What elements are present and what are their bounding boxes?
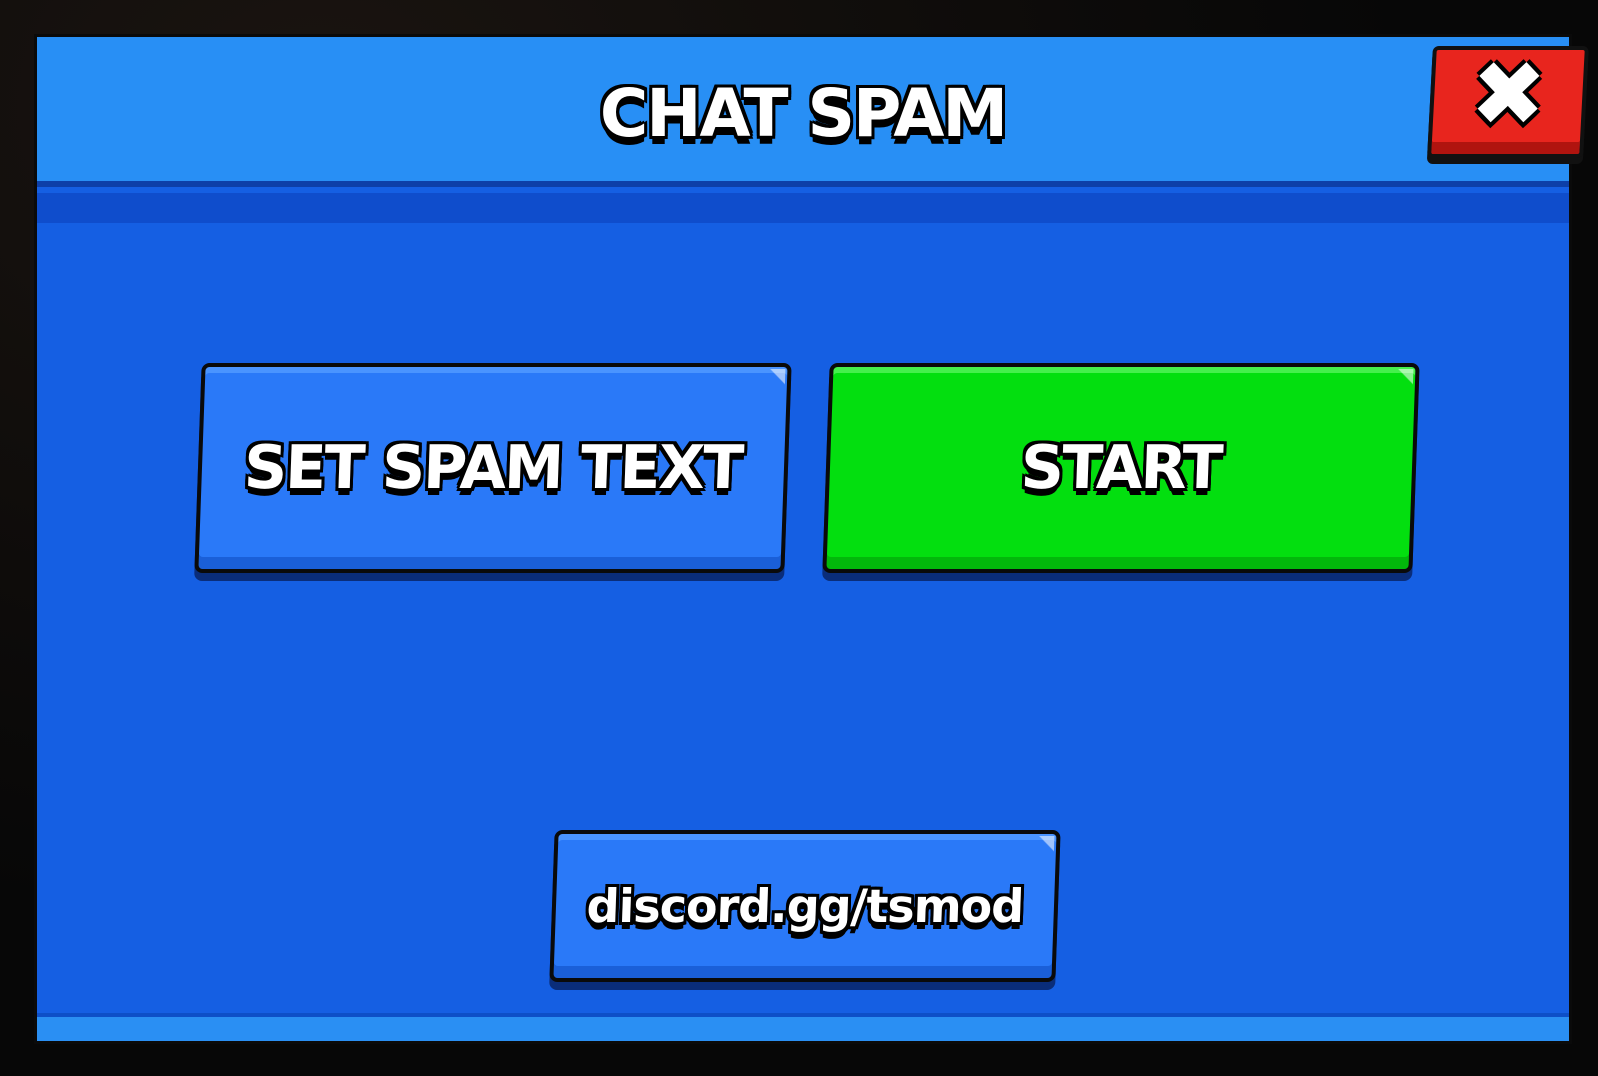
- button-corner-highlight: [1037, 836, 1055, 852]
- discord-link-label: discord.gg/tsmod: [585, 879, 1025, 933]
- set-spam-text-label: SET SPAM TEXT: [242, 433, 744, 503]
- start-label: START: [1019, 433, 1223, 503]
- dialog-header: CHAT SPAM: [37, 37, 1569, 187]
- button-corner-highlight: [768, 369, 786, 385]
- close-button[interactable]: ✖: [1427, 42, 1589, 158]
- start-button[interactable]: START: [822, 363, 1420, 573]
- dialog-footer-strip: [37, 1013, 1569, 1041]
- header-divider: [37, 193, 1569, 223]
- discord-link-button[interactable]: discord.gg/tsmod: [549, 830, 1061, 982]
- close-x-icon: ✖: [1467, 42, 1549, 147]
- dialog-title: CHAT SPAM: [599, 75, 1008, 152]
- button-corner-highlight: [1396, 369, 1414, 385]
- set-spam-text-button[interactable]: SET SPAM TEXT: [194, 363, 792, 573]
